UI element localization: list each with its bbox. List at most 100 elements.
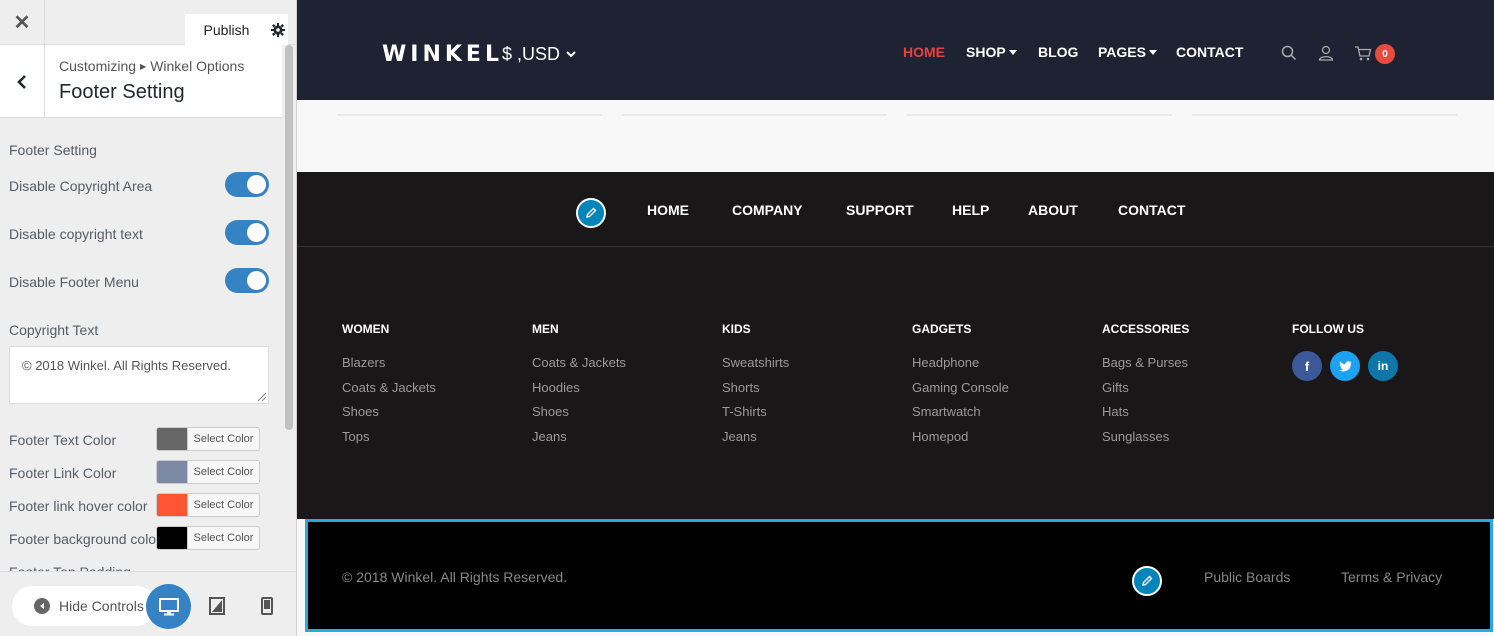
- cart-button[interactable]: [1353, 44, 1373, 62]
- publish-button[interactable]: Publish: [185, 14, 268, 45]
- footer-link[interactable]: Sunglasses: [1102, 429, 1189, 454]
- pencil-icon: [1142, 575, 1153, 586]
- toggle-label-copyright-text: Disable copyright text: [9, 226, 143, 242]
- section-title: Footer Setting: [59, 81, 185, 103]
- breadcrumb: Customizing ▶ Winkel Options: [59, 58, 244, 74]
- mobile-preview-button[interactable]: [256, 595, 278, 617]
- footer-menu-help[interactable]: HELP: [952, 202, 989, 218]
- toggle-copyright-text[interactable]: [225, 220, 269, 245]
- footer-column-kids: KIDS Sweatshirts Shorts T-Shirts Jeans: [722, 322, 789, 453]
- pencil-icon: [586, 207, 597, 218]
- collapse-arrow-icon: [34, 598, 50, 614]
- desktop-preview-button[interactable]: [146, 584, 191, 629]
- footer-column-gadgets: GADGETS Headphone Gaming Console Smartwa…: [912, 322, 1009, 453]
- footer-link[interactable]: Jeans: [722, 429, 789, 454]
- select-color-button[interactable]: Select Color: [187, 494, 259, 516]
- nav-label: SHOP: [966, 44, 1006, 60]
- column-title: KIDS: [722, 322, 751, 336]
- color-picker-background[interactable]: Select Color: [156, 526, 260, 550]
- product-card-divider: [907, 114, 1172, 116]
- hide-controls-button[interactable]: Hide Controls: [12, 586, 157, 626]
- footer-link[interactable]: Tops: [342, 429, 436, 454]
- edit-copyright-shortcut[interactable]: [1132, 566, 1162, 596]
- footer-column-men: MEN Coats & Jackets Hoodies Shoes Jeans: [532, 322, 626, 453]
- footer-menu: HOME COMPANY SUPPORT HELP ABOUT CONTACT: [297, 172, 1494, 247]
- footer-link[interactable]: Shoes: [342, 404, 436, 429]
- footer-link[interactable]: Homepod: [912, 429, 1009, 454]
- facebook-button[interactable]: f: [1292, 351, 1322, 381]
- footer-column-women: WOMEN Blazers Coats & Jackets Shoes Tops: [342, 322, 436, 453]
- column-title: MEN: [532, 322, 559, 336]
- currency-switcher[interactable]: $ ,USD: [502, 44, 576, 65]
- footer-link[interactable]: Hats: [1102, 404, 1189, 429]
- footer-link[interactable]: Gifts: [1102, 380, 1189, 405]
- footer-widgets: WOMEN Blazers Coats & Jackets Shoes Tops…: [297, 247, 1494, 519]
- select-color-button[interactable]: Select Color: [187, 527, 259, 549]
- hide-controls-label: Hide Controls: [59, 598, 144, 614]
- back-button[interactable]: [0, 45, 45, 118]
- nav-contact[interactable]: CONTACT: [1176, 44, 1243, 60]
- color-picker-link[interactable]: Select Color: [156, 460, 260, 484]
- nav-home[interactable]: HOME: [903, 44, 945, 60]
- breadcrumb-separator-icon: ▶: [140, 62, 147, 71]
- site-logo[interactable]: WINKEL: [382, 42, 503, 67]
- select-color-button[interactable]: Select Color: [187, 428, 259, 450]
- color-picker-text[interactable]: Select Color: [156, 427, 260, 451]
- toggle-label-footer-menu: Disable Footer Menu: [9, 274, 139, 290]
- tablet-preview-button[interactable]: [206, 595, 228, 617]
- color-label-background: Footer background color: [9, 531, 161, 547]
- footer-link[interactable]: Sweatshirts: [722, 355, 789, 380]
- copyright-text-input[interactable]: [9, 346, 269, 404]
- footer-menu-support[interactable]: SUPPORT: [846, 202, 914, 218]
- footer-menu-about[interactable]: ABOUT: [1028, 202, 1078, 218]
- terms-privacy-link[interactable]: Terms & Privacy: [1341, 569, 1442, 585]
- site-preview: WINKEL $ ,USD HOME SHOP BLOG PAGES CONTA…: [297, 0, 1494, 636]
- search-button[interactable]: [1279, 44, 1299, 62]
- footer-link[interactable]: Blazers: [342, 355, 436, 380]
- nav-label: CONTACT: [1176, 44, 1244, 60]
- caret-down-icon: [1008, 49, 1017, 55]
- chevron-down-icon: [566, 51, 576, 58]
- footer-link[interactable]: Shorts: [722, 380, 789, 405]
- color-swatch: [157, 527, 187, 549]
- account-button[interactable]: [1316, 44, 1336, 62]
- panel-scrollbar[interactable]: [285, 45, 293, 430]
- nav-pages[interactable]: PAGES: [1098, 44, 1157, 60]
- nav-label: PAGES: [1098, 44, 1146, 60]
- toggle-copyright-area[interactable]: [225, 172, 269, 197]
- footer-link[interactable]: Coats & Jackets: [342, 380, 436, 405]
- footer-link[interactable]: T-Shirts: [722, 404, 789, 429]
- footer-menu-contact[interactable]: CONTACT: [1118, 202, 1185, 218]
- footer-link[interactable]: Shoes: [532, 404, 626, 429]
- edit-footer-menu-shortcut[interactable]: [576, 198, 606, 228]
- toggle-footer-menu[interactable]: [225, 268, 269, 293]
- footer-link[interactable]: Jeans: [532, 429, 626, 454]
- footer-link[interactable]: Headphone: [912, 355, 1009, 380]
- color-picker-link-hover[interactable]: Select Color: [156, 493, 260, 517]
- nav-blog[interactable]: BLOG: [1038, 44, 1078, 60]
- cart-icon: [1355, 46, 1372, 61]
- color-swatch: [157, 494, 187, 516]
- footer-link[interactable]: Hoodies: [532, 380, 626, 405]
- footer-link[interactable]: Gaming Console: [912, 380, 1009, 405]
- linkedin-button[interactable]: in: [1368, 351, 1398, 381]
- currency-label: $ ,USD: [502, 44, 561, 64]
- public-boards-link[interactable]: Public Boards: [1204, 569, 1290, 585]
- gear-icon: [271, 22, 285, 37]
- nav-shop[interactable]: SHOP: [966, 44, 1017, 60]
- select-color-button[interactable]: Select Color: [187, 461, 259, 483]
- footer-menu-company[interactable]: COMPANY: [732, 202, 803, 218]
- column-title: ACCESSORIES: [1102, 322, 1190, 336]
- footer-column-follow: FOLLOW US: [1292, 322, 1364, 355]
- footer-link[interactable]: Coats & Jackets: [532, 355, 626, 380]
- close-customizer-button[interactable]: ✕: [0, 0, 45, 45]
- twitter-button[interactable]: [1330, 351, 1360, 381]
- publish-settings-button[interactable]: [268, 14, 288, 45]
- breadcrumb-current: Winkel Options: [150, 58, 245, 74]
- footer-link[interactable]: Bags & Purses: [1102, 355, 1189, 380]
- breadcrumb-root: Customizing: [59, 58, 137, 74]
- product-card-divider: [337, 114, 602, 116]
- footer-menu-home[interactable]: HOME: [647, 202, 689, 218]
- column-title: GADGETS: [912, 322, 972, 336]
- footer-link[interactable]: Smartwatch: [912, 404, 1009, 429]
